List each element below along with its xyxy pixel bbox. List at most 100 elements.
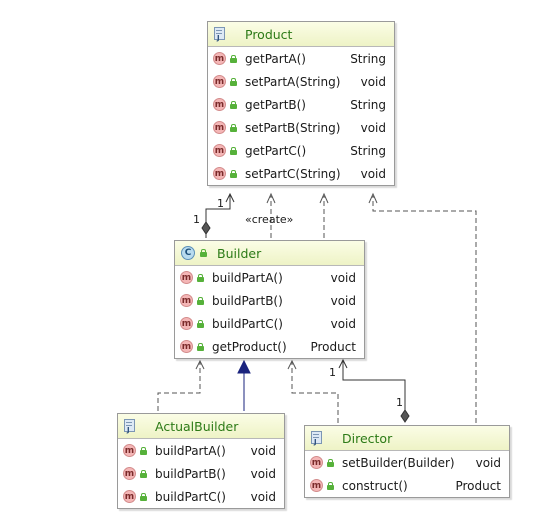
lock-icon	[230, 54, 237, 63]
method-name: setPartC(String)	[245, 166, 341, 181]
method-icon: m	[213, 167, 226, 180]
method-icon: m	[123, 467, 136, 480]
method-name: setBuilder(Builder)	[342, 455, 455, 470]
method-name: buildPartC()	[212, 316, 283, 331]
method-row[interactable]: m setBuilder(Builder) void	[305, 451, 509, 474]
builder-product-diamond	[201, 221, 211, 235]
class-name: Product	[245, 26, 293, 42]
method-icon: m	[213, 98, 226, 111]
abstract-class-icon: C	[181, 246, 195, 260]
class-header: J Product	[208, 22, 394, 47]
class-file-icon: J	[214, 27, 227, 42]
method-name: getPartA()	[245, 51, 306, 66]
method-return-type: void	[475, 455, 501, 470]
method-icon: m	[310, 479, 323, 492]
lock-icon	[197, 319, 204, 328]
method-row[interactable]: m getProduct() Product	[175, 335, 364, 358]
method-name: setPartB(String)	[245, 120, 341, 135]
method-icon: m	[213, 52, 226, 65]
lock-icon	[230, 123, 237, 132]
method-name: getPartB()	[245, 97, 306, 112]
method-icon: m	[180, 294, 193, 307]
method-list: m getPartA() String m setPartA(String) void m g…	[208, 47, 394, 185]
method-return-type: Product	[455, 478, 501, 493]
class-name: Builder	[217, 245, 262, 261]
method-name: buildPartB()	[212, 293, 283, 308]
method-row[interactable]: m construct() Product	[305, 474, 509, 497]
lock-icon	[197, 273, 204, 282]
lock-icon	[200, 249, 207, 257]
method-icon: m	[180, 340, 193, 353]
class-header: J Director	[305, 426, 509, 451]
inheritance-triangle	[237, 359, 251, 374]
method-row[interactable]: m buildPartB() void	[175, 289, 364, 312]
method-return-type: String	[350, 51, 386, 66]
method-name: construct()	[342, 478, 408, 493]
lock-icon	[230, 169, 237, 178]
multiplicity-director-builder-top: 1	[329, 366, 336, 379]
method-return-type: void	[360, 120, 386, 135]
method-name: buildPartA()	[212, 270, 283, 285]
method-row[interactable]: m buildPartC() void	[118, 485, 284, 508]
method-row[interactable]: m getPartB() String	[208, 93, 394, 116]
method-return-type: void	[250, 443, 276, 458]
lock-icon	[197, 342, 204, 351]
class-director[interactable]: J Director m setBuilder(Builder) void m cons…	[304, 425, 510, 498]
method-list: m buildPartA() void m buildPartB() void m build…	[175, 266, 364, 358]
method-name: buildPartC()	[155, 489, 226, 504]
method-name: buildPartB()	[155, 466, 226, 481]
method-name: getProduct()	[212, 339, 287, 354]
method-row[interactable]: m buildPartB() void	[118, 462, 284, 485]
lock-icon	[140, 446, 147, 455]
method-name: buildPartA()	[155, 443, 226, 458]
method-return-type: Product	[310, 339, 356, 354]
lock-icon	[140, 492, 147, 501]
method-row[interactable]: m setPartC(String) void	[208, 162, 394, 185]
class-file-icon: J	[311, 431, 324, 446]
method-name: getPartC()	[245, 143, 307, 158]
method-row[interactable]: m getPartC() String	[208, 139, 394, 162]
method-icon: m	[213, 144, 226, 157]
method-return-type: void	[330, 270, 356, 285]
method-icon: m	[180, 271, 193, 284]
method-return-type: void	[330, 293, 356, 308]
method-icon: m	[213, 75, 226, 88]
class-product[interactable]: J Product m getPartA() String m setPartA(Str…	[207, 21, 395, 186]
class-header: J ActualBuilder	[118, 414, 284, 439]
class-actual-builder[interactable]: J ActualBuilder m buildPartA() void m buildP…	[117, 413, 285, 509]
method-row[interactable]: m buildPartC() void	[175, 312, 364, 335]
method-row[interactable]: m buildPartA() void	[118, 439, 284, 462]
lock-icon	[197, 296, 204, 305]
method-return-type: String	[350, 97, 386, 112]
method-return-type: void	[360, 74, 386, 89]
lock-icon	[140, 469, 147, 478]
method-row[interactable]: m setPartB(String) void	[208, 116, 394, 139]
lock-icon	[230, 100, 237, 109]
method-row[interactable]: m buildPartA() void	[175, 266, 364, 289]
director-product-dependency-line	[372, 196, 477, 423]
method-row[interactable]: m setPartA(String) void	[208, 70, 394, 93]
method-return-type: void	[330, 316, 356, 331]
method-return-type: void	[250, 489, 276, 504]
method-icon: m	[310, 456, 323, 469]
method-row[interactable]: m getPartA() String	[208, 47, 394, 70]
class-name: ActualBuilder	[155, 418, 239, 434]
class-file-icon: J	[124, 419, 137, 434]
method-return-type: void	[360, 166, 386, 181]
multiplicity-builder-product-top: 1	[217, 197, 224, 210]
lock-icon	[230, 146, 237, 155]
method-return-type: void	[250, 466, 276, 481]
method-icon: m	[180, 317, 193, 330]
method-list: m buildPartA() void m buildPartB() void m build…	[118, 439, 284, 508]
lock-icon	[230, 77, 237, 86]
class-builder[interactable]: C Builder m buildPartA() void m buildPartB()…	[174, 240, 365, 359]
lock-icon	[327, 458, 334, 467]
create-stereotype-label: «create»	[245, 213, 294, 226]
director-builder-diamond	[400, 409, 410, 423]
method-icon: m	[123, 490, 136, 503]
multiplicity-builder-product-bottom: 1	[193, 213, 200, 226]
method-name: setPartA(String)	[245, 74, 341, 89]
class-name: Director	[342, 430, 393, 446]
method-list: m setBuilder(Builder) void m construct() Prod…	[305, 451, 509, 497]
class-header: C Builder	[175, 241, 364, 266]
